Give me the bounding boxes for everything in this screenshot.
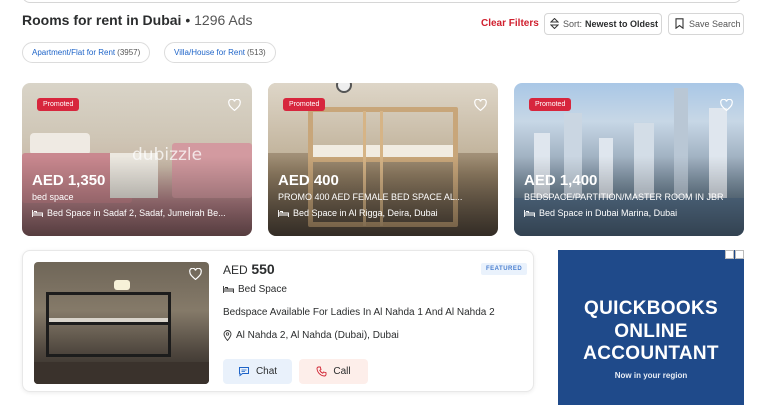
- listing-location: Al Nahda 2, Al Nahda (Dubai), Dubai: [223, 330, 399, 341]
- price-value: 400: [313, 172, 339, 189]
- chat-label: Chat: [255, 366, 278, 377]
- card-subtitle: bed space: [32, 192, 74, 202]
- location-text: Bed Space in Dubai Marina, Dubai: [539, 208, 678, 218]
- bed-icon: [223, 286, 234, 293]
- chip-count: (3957): [117, 48, 141, 57]
- price-value: 1,400: [559, 172, 598, 189]
- category-text: Bed Space: [238, 284, 287, 295]
- featured-badge: FEATURED: [481, 263, 528, 275]
- promoted-card[interactable]: Promoted AED 400 PROMO 400 AED FEMALE BE…: [268, 83, 498, 236]
- listing-photo[interactable]: [34, 262, 209, 384]
- chat-button[interactable]: Chat: [223, 359, 292, 384]
- heart-icon[interactable]: [189, 267, 202, 281]
- card-photo-detail: [30, 133, 90, 155]
- price-value: 1,350: [67, 172, 106, 189]
- card-location: Bed Space in Al Rigga, Deira, Dubai: [278, 208, 492, 218]
- ad-subline: Now in your region: [614, 371, 688, 380]
- promoted-card[interactable]: Promoted AED 1,400 BEDSPACE/PARTITION/MA…: [514, 83, 744, 236]
- location-pin-icon: [223, 330, 232, 341]
- phone-icon: [316, 366, 327, 377]
- promoted-badge: Promoted: [283, 98, 326, 111]
- sort-value: Newest to Oldest: [585, 19, 659, 29]
- heart-icon[interactable]: [228, 98, 241, 112]
- location-text: Bed Space in Sadaf 2, Sadaf, Jumeirah Be…: [47, 208, 226, 218]
- chip-label: Villa/House for Rent: [174, 48, 245, 57]
- heart-icon[interactable]: [720, 98, 733, 112]
- promoted-badge: Promoted: [529, 98, 572, 111]
- location-text: Al Nahda 2, Al Nahda (Dubai), Dubai: [236, 330, 399, 341]
- ad-headline: ACCOUNTANT: [583, 343, 719, 364]
- call-button[interactable]: Call: [299, 359, 368, 384]
- sort-button[interactable]: Sort: Newest to Oldest: [544, 13, 662, 35]
- bed-icon: [278, 209, 289, 217]
- listing-photo-detail: [114, 280, 130, 290]
- chip-count: (513): [247, 48, 266, 57]
- price-currency: AED: [32, 172, 64, 189]
- listing-photo-detail: [34, 362, 209, 384]
- bookmark-icon: [675, 17, 684, 31]
- bed-icon: [32, 209, 43, 217]
- card-location: Bed Space in Dubai Marina, Dubai: [524, 208, 738, 218]
- card-subtitle: PROMO 400 AED FEMALE BED SPACE AL...: [278, 192, 463, 202]
- advertisement-banner[interactable]: QUICKBOOKS ONLINE ACCOUNTANT Now in your…: [558, 250, 744, 405]
- card-location: Bed Space in Sadaf 2, Sadaf, Jumeirah Be…: [32, 208, 246, 218]
- ad-close-controls[interactable]: [724, 250, 744, 259]
- listing-card[interactable]: AED 550 FEATURED Bed Space Bedspace Avai…: [22, 250, 534, 392]
- title-separator: •: [181, 12, 195, 28]
- ad-headline: QUICKBOOKS: [584, 298, 718, 319]
- promoted-badge: Promoted: [37, 98, 80, 111]
- listing-photo-detail: [46, 322, 171, 357]
- save-search-button[interactable]: Save Search: [668, 13, 744, 35]
- ad-count: 1296 Ads: [194, 12, 253, 28]
- chat-icon: [238, 367, 249, 377]
- sort-prefix: Sort:: [563, 19, 583, 29]
- heart-icon[interactable]: [474, 98, 487, 112]
- sort-icon: [549, 17, 560, 31]
- location-text: Bed Space in Al Rigga, Deira, Dubai: [293, 208, 438, 218]
- page-title-text: Rooms for rent in Dubai: [22, 12, 182, 28]
- bed-icon: [524, 209, 535, 217]
- clear-filters-link[interactable]: Clear Filters: [481, 18, 539, 29]
- ad-info-icon[interactable]: [725, 250, 734, 259]
- chip-villa-house[interactable]: Villa/House for Rent (513): [164, 42, 276, 63]
- card-price: AED 1,350: [32, 172, 105, 189]
- ad-headline: ONLINE: [614, 321, 688, 342]
- listing-category: Bed Space: [223, 284, 287, 295]
- listing-description[interactable]: Bedspace Available For Ladies In Al Nahd…: [223, 307, 495, 318]
- price-currency: AED: [223, 263, 248, 277]
- page-title: Rooms for rent in Dubai • 1296 Ads: [22, 12, 253, 28]
- card-subtitle: BEDSPACE/PARTITION/MASTER ROOM IN JBR: [524, 192, 724, 202]
- promoted-card[interactable]: dubizzle Promoted AED 1,350 bed space Be…: [22, 83, 252, 236]
- call-label: Call: [333, 366, 351, 377]
- card-price: AED 1,400: [524, 172, 597, 189]
- save-search-label: Save Search: [689, 19, 741, 29]
- price-currency: AED: [278, 172, 310, 189]
- listing-price: AED 550: [223, 261, 275, 277]
- chip-apartment-flat[interactable]: Apartment/Flat for Rent (3957): [22, 42, 151, 63]
- close-icon[interactable]: [735, 250, 744, 259]
- price-value: 550: [251, 261, 275, 277]
- card-price: AED 400: [278, 172, 339, 189]
- price-currency: AED: [524, 172, 556, 189]
- chip-label: Apartment/Flat for Rent: [32, 48, 116, 57]
- search-bar-edge[interactable]: [22, 0, 742, 3]
